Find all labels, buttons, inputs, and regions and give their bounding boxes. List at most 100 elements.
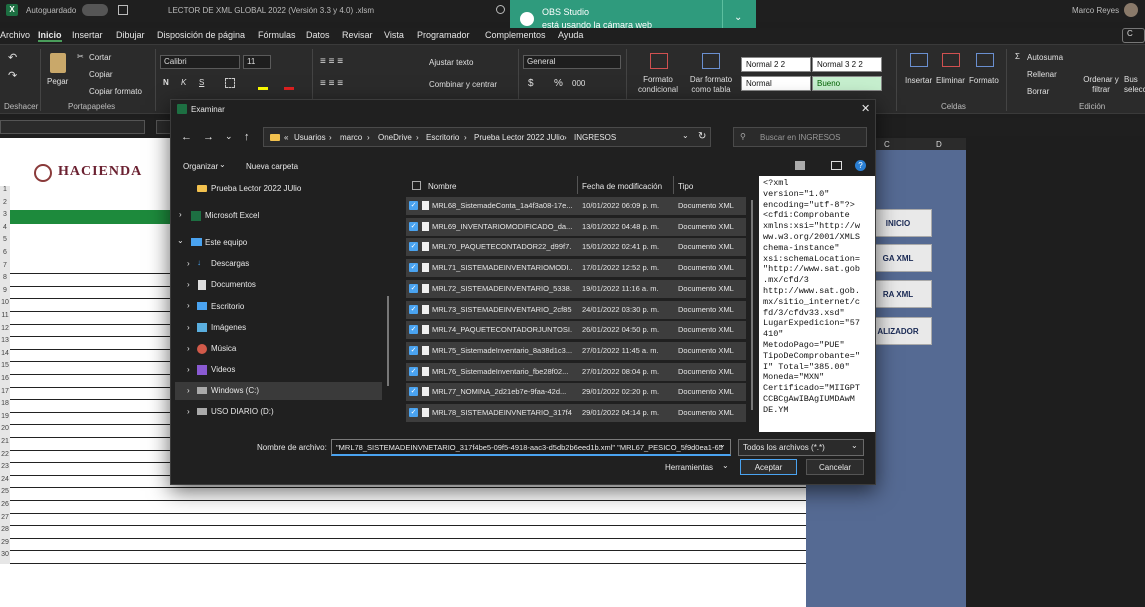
- tab-revisar[interactable]: Revisar: [342, 30, 373, 40]
- redo-icon[interactable]: ↷: [8, 69, 17, 82]
- check-icon[interactable]: ✓: [409, 387, 418, 397]
- file-row[interactable]: ✓ MRL68_SistemadeConta_1a4f3a08-17e... 10/…: [406, 197, 746, 215]
- tab-datos[interactable]: Datos: [306, 30, 330, 40]
- row-number[interactable]: 18: [0, 400, 10, 413]
- collapse-icon[interactable]: ⌄: [177, 236, 184, 245]
- row-number[interactable]: 2: [0, 198, 10, 212]
- tab-complementos[interactable]: Complementos: [485, 30, 546, 40]
- file-row[interactable]: ✓ MRL71_SISTEMADEINVENTARIOMODI... 17/01/2…: [406, 259, 746, 278]
- tab-disposicion[interactable]: Disposición de página: [157, 30, 245, 40]
- expand-icon[interactable]: ›: [187, 386, 190, 395]
- column-type-header[interactable]: Tipo: [678, 182, 693, 191]
- underline-button[interactable]: S: [199, 78, 204, 87]
- row-number[interactable]: 30: [0, 551, 10, 564]
- file-row[interactable]: ✓ MRL73_SISTEMADEINVENTARIO_2cf85... 24/01…: [406, 300, 746, 319]
- nav-videos[interactable]: Videos: [211, 365, 235, 374]
- expand-icon[interactable]: ›: [187, 344, 190, 353]
- copy-button[interactable]: Copiar: [89, 70, 113, 79]
- insert-cells-icon[interactable]: [910, 53, 928, 67]
- style-normal-3-2-2[interactable]: Normal 3 2 2: [812, 57, 882, 72]
- wrap-text-button[interactable]: Ajustar texto: [429, 58, 473, 67]
- nav-descargas[interactable]: Descargas: [211, 259, 249, 268]
- row-number[interactable]: 14: [0, 349, 10, 363]
- chevron-down-icon[interactable]: ⌄: [719, 440, 726, 449]
- new-folder-button[interactable]: Nueva carpeta: [246, 162, 298, 171]
- conditional-format-button[interactable]: Formato condicional: [632, 75, 684, 95]
- expand-icon[interactable]: ›: [187, 323, 190, 332]
- insert-cells-button[interactable]: Insertar: [905, 76, 932, 85]
- row-number[interactable]: 13: [0, 337, 10, 350]
- comments-button[interactable]: C: [1122, 28, 1145, 43]
- breadcrumb-ingresos[interactable]: INGRESOS: [574, 133, 616, 142]
- breadcrumb-onedrive[interactable]: OneDrive: [378, 133, 412, 142]
- row-number[interactable]: 29: [0, 538, 10, 552]
- row-number[interactable]: 19: [0, 412, 10, 426]
- check-icon[interactable]: ✓: [409, 408, 418, 417]
- merge-center-button[interactable]: Combinar y centrar: [429, 80, 497, 89]
- bold-button[interactable]: N: [163, 78, 169, 87]
- table-format-icon[interactable]: [702, 53, 720, 69]
- close-icon[interactable]: ✕: [861, 102, 870, 115]
- format-painter-button[interactable]: Copiar formato: [89, 87, 142, 96]
- breadcrumb-marco[interactable]: marco: [340, 133, 362, 142]
- name-box[interactable]: [0, 120, 145, 134]
- file-list-scrollbar[interactable]: [751, 200, 753, 410]
- accept-button[interactable]: Aceptar: [740, 459, 797, 475]
- file-row[interactable]: ✓ MRL76_SistemadeInventario_fbe28f02... 27…: [406, 362, 746, 381]
- check-icon[interactable]: ✓: [409, 304, 418, 314]
- check-icon[interactable]: ✓: [409, 283, 418, 293]
- format-table-button[interactable]: Dar formato como tabla: [686, 75, 736, 95]
- clear-button[interactable]: Borrar: [1027, 87, 1049, 96]
- organize-button[interactable]: Organizar: [183, 162, 218, 171]
- avatar[interactable]: [1124, 3, 1138, 17]
- delete-cells-button[interactable]: Eliminar: [936, 76, 965, 85]
- number-format-select[interactable]: General: [523, 55, 621, 69]
- nav-prueba-lector[interactable]: Prueba Lector 2022 JUlio: [211, 184, 301, 193]
- column-name-header[interactable]: Nombre: [428, 182, 456, 191]
- autosave-toggle[interactable]: [82, 4, 108, 16]
- tab-dibujar[interactable]: Dibujar: [116, 30, 145, 40]
- expand-icon[interactable]: ›: [179, 210, 182, 219]
- font-size-select[interactable]: 11: [243, 55, 271, 69]
- row-number[interactable]: 21: [0, 438, 10, 451]
- row-number[interactable]: 3: [0, 211, 10, 224]
- row-number[interactable]: 8: [0, 274, 10, 287]
- tab-vista[interactable]: Vista: [384, 30, 404, 40]
- paste-icon[interactable]: [50, 53, 66, 73]
- font-color-icon[interactable]: [284, 87, 294, 90]
- expand-icon[interactable]: ›: [187, 365, 190, 374]
- style-bueno[interactable]: Bueno: [812, 76, 882, 91]
- nav-escritorio[interactable]: Escritorio: [211, 302, 244, 311]
- row-number[interactable]: 17: [0, 387, 10, 401]
- tab-insertar[interactable]: Insertar: [72, 30, 103, 40]
- check-icon[interactable]: ✓: [409, 325, 418, 335]
- save-icon[interactable]: [118, 5, 128, 15]
- check-icon[interactable]: ✓: [409, 242, 418, 252]
- row-number[interactable]: 11: [0, 312, 10, 325]
- back-icon[interactable]: ←: [181, 131, 192, 143]
- nav-documentos[interactable]: Documentos: [211, 280, 256, 289]
- nav-uso-diario-d[interactable]: USO DIARIO (D:): [211, 407, 274, 416]
- find-select-button[interactable]: Bus selecc: [1124, 75, 1145, 95]
- font-name-select[interactable]: Calibri: [160, 55, 240, 69]
- expand-icon[interactable]: ›: [187, 259, 190, 268]
- row-number[interactable]: 26: [0, 501, 10, 514]
- tab-inicio[interactable]: Inicio: [38, 30, 62, 42]
- file-row[interactable]: ✓ MRL74_PAQUETECONTADORJUNTOSI... 26/01/20…: [406, 321, 746, 340]
- file-row[interactable]: ✓ MRL69_INVENTARIOMODIFICADO_da... 13/01/2…: [406, 217, 746, 236]
- nav-scrollbar[interactable]: [387, 296, 389, 386]
- chevron-down-icon[interactable]: ⌄: [722, 461, 729, 470]
- fill-color-icon[interactable]: [258, 87, 268, 90]
- select-all-checkbox[interactable]: [412, 181, 421, 190]
- row-number[interactable]: 25: [0, 488, 10, 501]
- tab-archivo[interactable]: Archivo: [0, 30, 30, 40]
- address-bar[interactable]: « Usuarios › marco › OneDrive › Escritor…: [263, 127, 711, 147]
- preview-pane-icon[interactable]: [831, 161, 842, 170]
- italic-button[interactable]: K: [181, 78, 186, 87]
- row-number[interactable]: 5: [0, 236, 10, 249]
- row-number[interactable]: 22: [0, 450, 10, 464]
- tab-ayuda[interactable]: Ayuda: [558, 30, 583, 40]
- expand-icon[interactable]: ›: [187, 407, 190, 416]
- check-icon[interactable]: ✓: [409, 366, 418, 376]
- column-header-c[interactable]: C: [884, 140, 890, 149]
